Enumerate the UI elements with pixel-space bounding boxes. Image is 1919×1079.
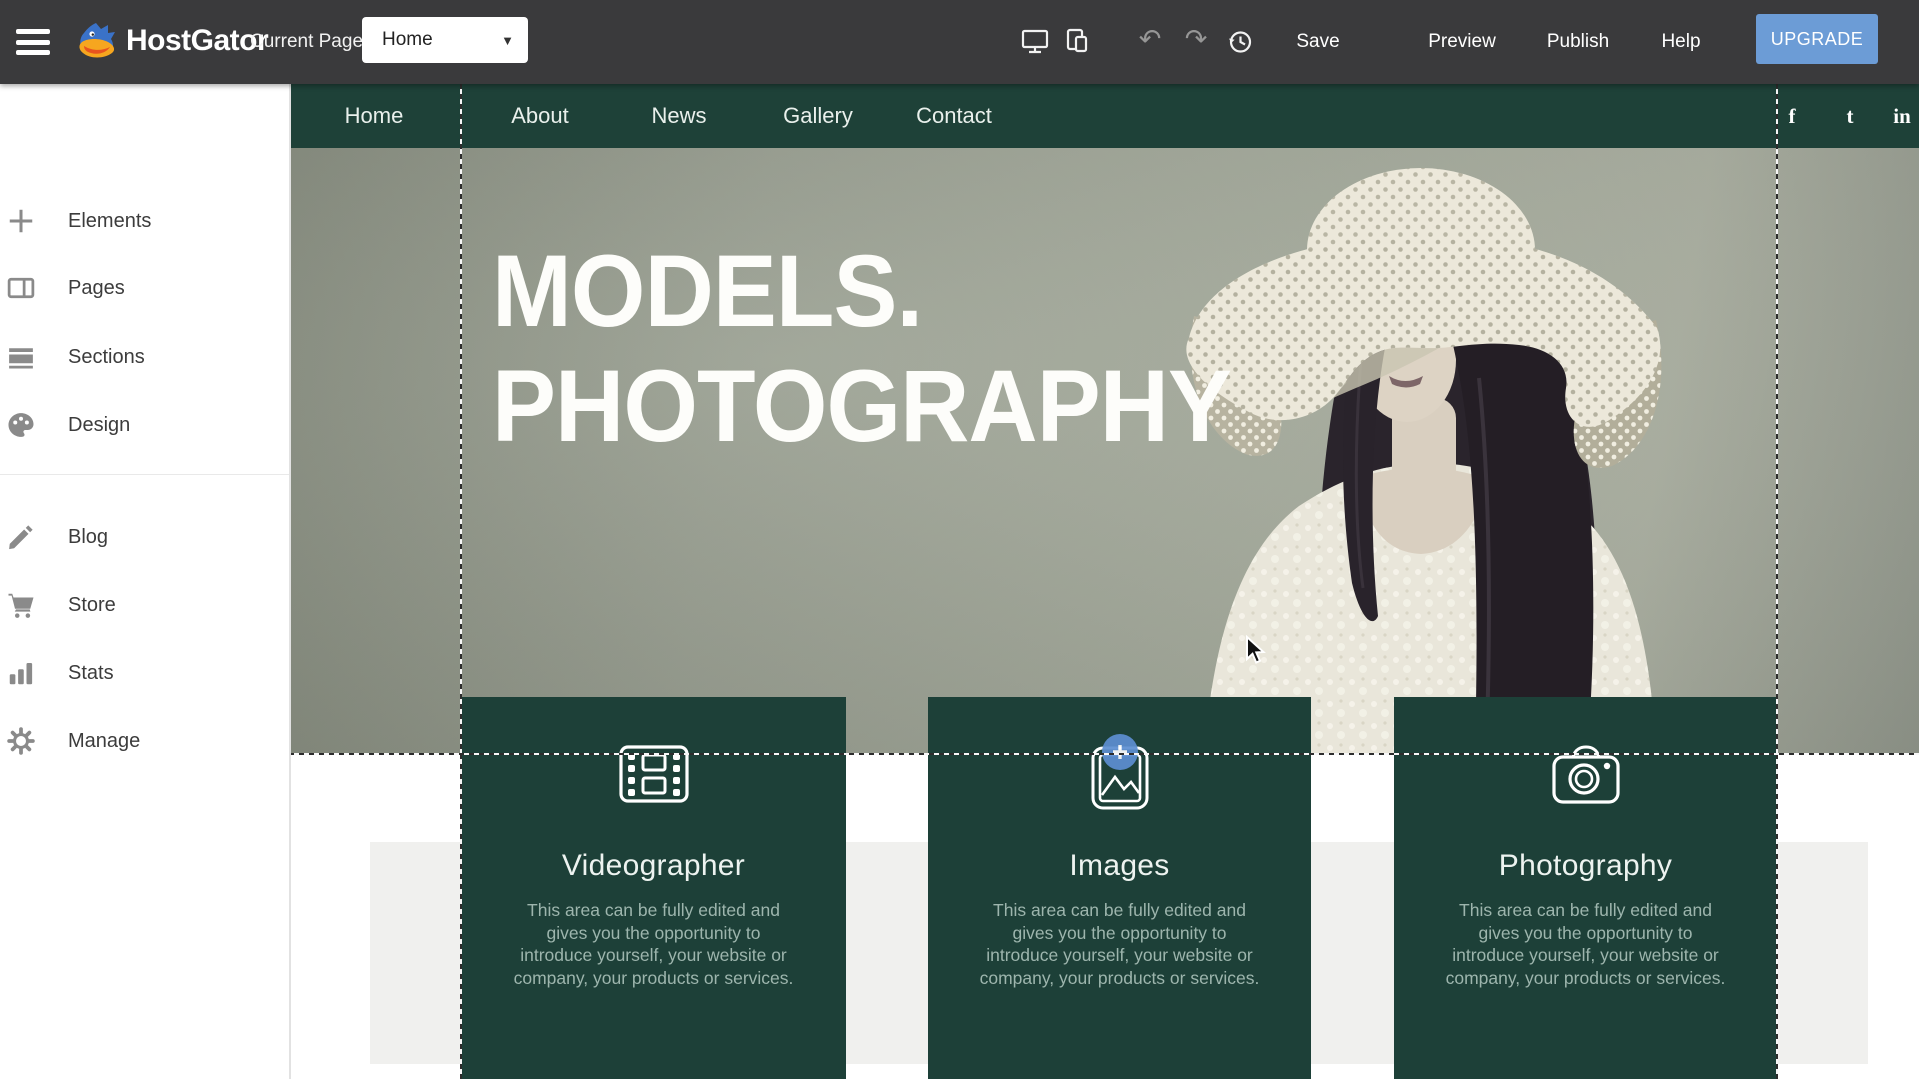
hamburger-menu-icon[interactable] (16, 29, 50, 55)
preview-button[interactable]: Preview (1428, 0, 1496, 84)
section-guide-left (460, 84, 462, 1079)
card-title: Videographer (461, 849, 846, 883)
twitter-icon[interactable]: t (1847, 84, 1854, 148)
history-icon[interactable] (1226, 28, 1254, 56)
linkedin-icon[interactable]: in (1893, 84, 1911, 148)
sidebar-item-stats[interactable]: Stats (0, 649, 289, 697)
sidebar-item-design[interactable]: Design (0, 401, 289, 449)
card-body: This area can be fully edited and gives … (1443, 899, 1728, 989)
current-page-label: Current Page: (250, 0, 368, 84)
section-guide-right (1776, 84, 1778, 1079)
app-window: HostGator Current Page: Home ▼ ↶ ↷ (0, 0, 1919, 1079)
sidebar-item-sections[interactable]: Sections (0, 333, 289, 381)
section-guide-bottom (289, 753, 1919, 755)
plus-icon (6, 206, 36, 236)
sidebar-item-pages[interactable]: Pages (0, 264, 289, 312)
sections-icon (6, 342, 36, 372)
site-navbar: Home About News Gallery Contact f t in (289, 84, 1919, 148)
page-select-value: Home (382, 29, 433, 51)
undo-icon[interactable]: ↶ (1136, 26, 1164, 54)
page-select-dropdown[interactable]: Home ▼ (362, 17, 528, 63)
sidebar-item-store[interactable]: Store (0, 581, 289, 629)
card-body: This area can be fully edited and gives … (511, 899, 796, 989)
upgrade-button[interactable]: UPGRADE (1756, 14, 1878, 64)
bar-chart-icon (6, 658, 36, 688)
builder-topbar: HostGator Current Page: Home ▼ ↶ ↷ (0, 0, 1919, 84)
redo-icon[interactable]: ↷ (1182, 26, 1210, 54)
hero-photo-woman-in-hat (1149, 148, 1709, 755)
gator-icon (74, 20, 118, 62)
cart-icon (6, 590, 36, 620)
site-nav-contact[interactable]: Contact (916, 84, 992, 148)
palette-icon (6, 410, 36, 440)
sidebar-divider (0, 474, 289, 475)
site-nav-home[interactable]: Home (345, 84, 404, 148)
site-nav-news[interactable]: News (651, 84, 706, 148)
mobile-view-icon[interactable] (1064, 28, 1092, 56)
sidebar-item-manage[interactable]: Manage (0, 717, 289, 765)
sidebar-item-blog[interactable]: Blog (0, 513, 289, 561)
help-button[interactable]: Help (1661, 0, 1700, 84)
site-canvas: Home About News Gallery Contact f t in (289, 84, 1919, 1079)
site-nav-about[interactable]: About (511, 84, 569, 148)
desktop-view-icon[interactable] (1021, 28, 1049, 56)
facebook-icon[interactable]: f (1789, 84, 1796, 148)
card-title: Images (928, 849, 1311, 883)
builder-sidebar: Elements Pages Sections Design Blog Stor… (0, 84, 291, 1079)
card-title: Photography (1394, 849, 1777, 883)
pages-icon (6, 273, 36, 303)
pencil-icon (6, 522, 36, 552)
add-image-badge-icon[interactable] (1102, 734, 1138, 770)
sidebar-item-elements[interactable]: Elements (0, 197, 289, 245)
chevron-down-icon: ▼ (501, 33, 514, 48)
card-body: This area can be fully edited and gives … (977, 899, 1262, 989)
brand-name: HostGator (126, 24, 268, 58)
hero-title-line1: MODELS. (492, 234, 1231, 349)
hero-title[interactable]: MODELS. PHOTOGRAPHY (492, 234, 1231, 464)
hostgator-logo: HostGator (74, 20, 268, 62)
hero-title-line2: PHOTOGRAPHY (492, 349, 1231, 464)
hero-section[interactable]: MODELS. PHOTOGRAPHY (289, 148, 1919, 755)
gear-icon (6, 726, 36, 756)
site-nav-gallery[interactable]: Gallery (783, 84, 853, 148)
publish-button[interactable]: Publish (1547, 0, 1609, 84)
save-button[interactable]: Save (1296, 0, 1339, 84)
mouse-cursor (1243, 635, 1269, 665)
